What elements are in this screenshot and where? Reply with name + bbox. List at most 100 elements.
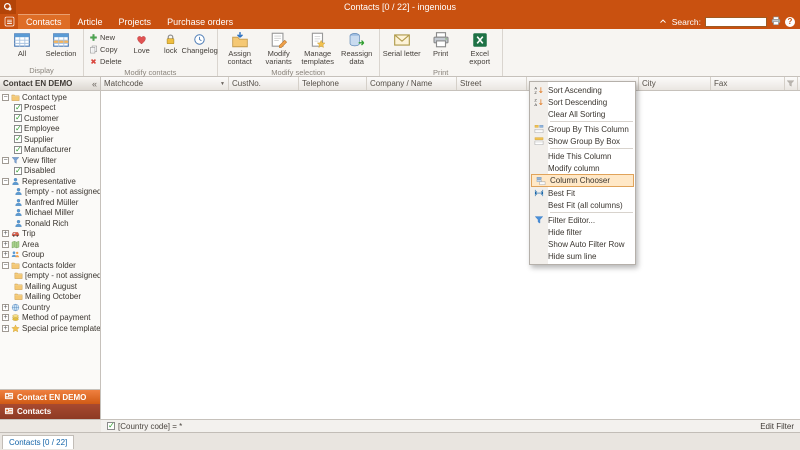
tree-item-mailing-august[interactable]: Mailing August bbox=[0, 281, 100, 292]
all-button[interactable]: All bbox=[3, 30, 41, 58]
tree-item-employee[interactable]: Employee bbox=[0, 124, 100, 135]
delete-button[interactable]: Delete bbox=[87, 56, 124, 67]
menu-item-sort-ascending[interactable]: AZSort Ascending bbox=[530, 84, 635, 96]
tab-projects[interactable]: Projects bbox=[111, 14, 160, 29]
tree-item-disabled[interactable]: Disabled bbox=[0, 166, 100, 177]
menu-item-best-fit-all-columns[interactable]: Best Fit (all columns) bbox=[530, 199, 635, 211]
tree-item-trip[interactable]: +Trip bbox=[0, 229, 100, 240]
checkbox-customer[interactable] bbox=[14, 114, 22, 122]
expander-icon[interactable]: − bbox=[2, 157, 9, 164]
serial-letter-button[interactable]: Serial letter bbox=[383, 30, 421, 58]
tab-purchase-orders[interactable]: Purchase orders bbox=[159, 14, 241, 29]
tab-contacts[interactable]: Contacts bbox=[18, 14, 70, 29]
menu-item-hide-sum-line[interactable]: Hide sum line bbox=[530, 250, 635, 262]
menu-item-hide-filter[interactable]: Hide filter bbox=[530, 226, 635, 238]
column-header-fax[interactable]: Fax bbox=[711, 77, 785, 90]
checkbox-employee[interactable] bbox=[14, 125, 22, 133]
expander-icon[interactable]: + bbox=[2, 314, 9, 321]
tree-item-michael-miller[interactable]: Michael Miller bbox=[0, 208, 100, 219]
menu-item-sort-descending[interactable]: ZASort Descending bbox=[530, 96, 635, 108]
excel-icon bbox=[471, 31, 489, 49]
variants-icon bbox=[270, 31, 288, 49]
expander-icon[interactable]: − bbox=[2, 178, 9, 185]
grid-body[interactable] bbox=[101, 91, 800, 419]
tree-item-view-filter[interactable]: −View filter bbox=[0, 155, 100, 166]
new-button[interactable]: New bbox=[87, 32, 124, 43]
excel-export-button[interactable]: Excel export bbox=[461, 30, 499, 67]
panel-contacts[interactable]: Contacts bbox=[0, 404, 100, 419]
modify-variants-button[interactable]: Modify variants bbox=[260, 30, 298, 67]
column-header-company-name[interactable]: Company / Name bbox=[367, 77, 457, 90]
changelog-button[interactable]: Changelog bbox=[186, 30, 214, 55]
menu-item-filter-editor[interactable]: Filter Editor... bbox=[530, 214, 635, 226]
tree-item-mailing-october[interactable]: Mailing October bbox=[0, 292, 100, 303]
lock-button[interactable]: lock bbox=[157, 30, 185, 55]
print-button[interactable]: Print bbox=[422, 30, 460, 58]
reassign-data-button[interactable]: Reassign data bbox=[338, 30, 376, 67]
checkbox-supplier[interactable] bbox=[14, 135, 22, 143]
tree-item-prospect[interactable]: Prospect bbox=[0, 103, 100, 114]
document-tab-contacts[interactable]: Contacts [0 / 22] bbox=[2, 435, 74, 449]
love-button[interactable]: Love bbox=[128, 30, 156, 55]
edit-filter-button[interactable]: Edit Filter bbox=[760, 422, 794, 431]
tree-item-contact-type[interactable]: −Contact type bbox=[0, 92, 100, 103]
copy-button[interactable]: Copy bbox=[87, 44, 124, 55]
panel-contact-en-demo[interactable]: Contact EN DEMO bbox=[0, 389, 100, 404]
expander-icon[interactable]: + bbox=[2, 251, 9, 258]
expander-icon[interactable]: − bbox=[2, 262, 9, 269]
tree-item-country[interactable]: +Country bbox=[0, 302, 100, 313]
column-header-matchcode[interactable]: Matchcode▼ bbox=[101, 77, 229, 90]
checkbox-prospect[interactable] bbox=[14, 104, 22, 112]
menu-item-modify-column[interactable]: Modify column bbox=[530, 162, 635, 174]
expander-icon[interactable]: + bbox=[2, 325, 9, 332]
filter-checkbox[interactable] bbox=[107, 422, 115, 430]
tree-item-empty-not-assigned[interactable]: [empty - not assigned] bbox=[0, 271, 100, 282]
selection-button[interactable]: Selection bbox=[42, 30, 80, 58]
ribbon-collapse-button[interactable] bbox=[658, 16, 668, 28]
menu-item-show-group-by-box[interactable]: Show Group By Box bbox=[530, 135, 635, 147]
checkbox-disabled[interactable] bbox=[14, 167, 22, 175]
tree-item-ronald-rich[interactable]: Ronald Rich bbox=[0, 218, 100, 229]
column-header-custno[interactable]: CustNo. bbox=[229, 77, 299, 90]
funnel-gray-icon bbox=[786, 79, 795, 88]
quick-panel-button[interactable] bbox=[771, 16, 781, 28]
group-icon bbox=[11, 250, 20, 259]
tree-item-supplier[interactable]: Supplier bbox=[0, 134, 100, 145]
assign-contact-folder-button[interactable]: Assign contact folder bbox=[221, 30, 259, 67]
sidebar-header: Contact EN DEMO « bbox=[0, 77, 100, 91]
menu-item-hide-this-column[interactable]: Hide This Column bbox=[530, 150, 635, 162]
tree-item-contacts-folder[interactable]: −Contacts folder bbox=[0, 260, 100, 271]
manage-templates-button[interactable]: Manage templates bbox=[299, 30, 337, 67]
search-input[interactable] bbox=[705, 17, 767, 27]
expander-icon[interactable]: + bbox=[2, 230, 9, 237]
expander-icon[interactable]: + bbox=[2, 304, 9, 311]
tree-item-representative[interactable]: −Representative bbox=[0, 176, 100, 187]
menu-item-show-auto-filter-row[interactable]: Show Auto Filter Row bbox=[530, 238, 635, 250]
tab-article[interactable]: Article bbox=[70, 14, 111, 29]
folder-icon bbox=[11, 93, 20, 102]
tree-item-manufacturer[interactable]: Manufacturer bbox=[0, 145, 100, 156]
menu-item-clear-all-sorting[interactable]: Clear All Sorting bbox=[530, 108, 635, 120]
checkbox-manufacturer[interactable] bbox=[14, 146, 22, 154]
tree-item-area[interactable]: +Area bbox=[0, 239, 100, 250]
tree-item-empty-not-assigned[interactable]: [empty - not assigned] bbox=[0, 187, 100, 198]
menu-item-best-fit[interactable]: Best Fit bbox=[530, 187, 635, 199]
tree-item-manfred-m-ller[interactable]: Manfred Müller bbox=[0, 197, 100, 208]
sidebar-splitter[interactable] bbox=[0, 382, 100, 387]
expander-icon[interactable]: + bbox=[2, 241, 9, 248]
help-button[interactable]: ? bbox=[785, 17, 795, 27]
column-header-street[interactable]: Street bbox=[457, 77, 527, 90]
person-icon bbox=[14, 187, 23, 196]
tree-item-customer[interactable]: Customer bbox=[0, 113, 100, 124]
tree-item-group[interactable]: +Group bbox=[0, 250, 100, 261]
expander-icon[interactable]: − bbox=[2, 94, 9, 101]
sidebar-collapse-button[interactable]: « bbox=[92, 79, 97, 89]
menu-item-column-chooser[interactable]: Column Chooser bbox=[531, 174, 634, 187]
header-filter-button[interactable] bbox=[785, 77, 798, 90]
column-header-telephone[interactable]: Telephone bbox=[299, 77, 367, 90]
tree-item-method-of-payment[interactable]: +Method of payment bbox=[0, 313, 100, 324]
app-menu-button[interactable] bbox=[0, 14, 18, 29]
menu-item-group-by-this-column[interactable]: Group By This Column bbox=[530, 123, 635, 135]
tree-item-special-price-templates[interactable]: +Special price templates bbox=[0, 323, 100, 334]
column-header-city[interactable]: City bbox=[639, 77, 711, 90]
